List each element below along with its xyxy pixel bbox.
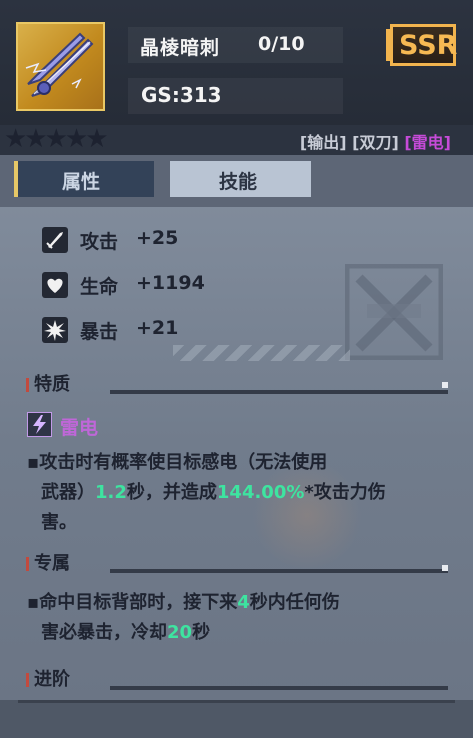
section-title-advance: 进阶 <box>34 669 70 690</box>
item-thumbnail[interactable] <box>16 22 105 111</box>
trait-description: ▪攻击时有概率使目标感电（无法使用 武器）1.2秒，并造成144.00%*攻击力… <box>27 448 427 538</box>
item-level: 0/10 <box>258 33 305 55</box>
trait-text-2c: 秒，并造成 <box>126 482 217 503</box>
section-marker <box>26 673 29 687</box>
stat-value: +25 <box>136 227 179 249</box>
bottom-divider <box>18 700 455 703</box>
section-title-exclusive: 专属 <box>34 553 70 574</box>
rarity-label: SSR <box>399 30 458 61</box>
trait-line-3: 害。 <box>27 508 427 538</box>
trait-duration: 1.2 <box>95 482 127 503</box>
section-title-traits: 特质 <box>34 374 70 395</box>
crystal-dual-blades-icon <box>25 32 94 97</box>
star-rating: ★★★★★ <box>4 124 109 154</box>
rarity-bar <box>386 29 390 61</box>
section-marker <box>26 557 29 571</box>
item-name: 晶棱暗刺 <box>140 37 221 59</box>
lightning-icon <box>27 412 52 437</box>
stat-value: +21 <box>136 317 179 339</box>
exclusive-line-2: 害必暴击，冷却20秒 <box>27 618 427 648</box>
tag-element: [雷电] <box>404 133 451 152</box>
tab-attributes[interactable]: 属性 <box>14 161 154 197</box>
section-divider <box>110 569 448 573</box>
weapon-detail-panel: 晶棱暗刺 0/10 GS:313 SSR ★★★★★ [输出] [双刀] [雷电… <box>0 0 473 738</box>
bottom-strip <box>0 700 473 738</box>
exclusive-line-1: ▪命中目标背部时，接下来4秒内任何伤 <box>27 592 340 613</box>
stripe-decoration <box>173 345 350 361</box>
trait-text-3: 害。 <box>41 512 77 533</box>
tag-role: [输出] <box>299 133 347 152</box>
exclusive-duration: 4 <box>237 592 250 613</box>
section-divider-end <box>442 565 448 571</box>
dual-blades-emblem-icon <box>344 263 444 361</box>
stat-name: 攻击 <box>80 231 119 253</box>
exclusive-cooldown: 20 <box>167 622 193 643</box>
sword-icon <box>42 227 68 253</box>
gear-score: GS:313 <box>141 83 222 107</box>
element-name: 雷电 <box>60 417 99 439</box>
exclusive-text-2a: 害必暴击，冷却 <box>41 622 167 643</box>
section-marker <box>26 378 29 392</box>
heart-icon <box>42 272 68 298</box>
tag-weapon: [双刀] <box>352 133 399 152</box>
trait-line-1: ▪攻击时有概率使目标感电（无法使用 <box>27 452 328 473</box>
stat-name: 暴击 <box>80 321 119 343</box>
stat-name: 生命 <box>80 276 119 298</box>
section-divider <box>110 390 448 394</box>
tab-skills-label: 技能 <box>219 171 258 193</box>
trait-text-2e: *攻击力伤 <box>304 482 386 503</box>
rarity-badge: SSR <box>386 24 458 66</box>
exclusive-text-1c: 秒内任何伤 <box>249 592 340 613</box>
section-divider-end <box>442 382 448 388</box>
tab-attributes-label: 属性 <box>62 171 101 193</box>
section-divider <box>110 686 448 690</box>
stat-value: +1194 <box>136 272 205 294</box>
trait-text-2a: 武器） <box>41 482 95 503</box>
tab-skills[interactable]: 技能 <box>170 161 311 197</box>
trait-damage-percent: 144.00% <box>216 482 305 503</box>
exclusive-text-1a: 命中目标背部时，接下来 <box>39 592 238 613</box>
trait-line-2: 武器）1.2秒，并造成144.00%*攻击力伤 <box>27 478 427 508</box>
trait-text-1: 攻击时有概率使目标感电（无法使用 <box>39 452 328 473</box>
exclusive-text-2c: 秒 <box>192 622 211 643</box>
item-tags: [输出] [双刀] [雷电] <box>300 129 451 153</box>
exclusive-description: ▪命中目标背部时，接下来4秒内任何伤 害必暴击，冷却20秒 <box>27 588 427 648</box>
crit-burst-icon <box>42 317 68 343</box>
